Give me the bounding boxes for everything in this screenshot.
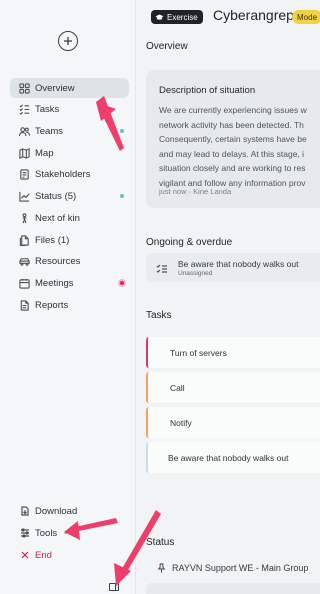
- users-icon: [19, 126, 30, 137]
- ongoing-heading: Ongoing & overdue: [146, 237, 233, 248]
- list-check-icon: [19, 104, 30, 115]
- task-card[interactable]: Call: [146, 372, 320, 403]
- status-heading: Status: [146, 537, 175, 548]
- sidebar-item-label: Next of kin: [35, 212, 80, 224]
- sidebar-item-label: Resources: [35, 255, 81, 267]
- end-label: End: [35, 549, 52, 561]
- task-label: Turn of servers: [170, 347, 227, 358]
- sidebar-item-stakeholders[interactable]: Stakeholders: [10, 164, 129, 184]
- sidebar-item-meetings[interactable]: Meetings: [10, 273, 129, 293]
- sidebar-item-resources[interactable]: Resources: [10, 251, 129, 271]
- sidebar-item-label: Status (5): [35, 190, 77, 202]
- status-item[interactable]: RAYVN Support WE - Main Group: [146, 557, 320, 579]
- sidebar-item-map[interactable]: Map: [10, 143, 129, 163]
- description-line: and may lead to delays. At this stage, i: [159, 148, 305, 159]
- sidebar-item-label: Tasks: [35, 103, 60, 115]
- page-title: Cyberangrep: [213, 7, 294, 23]
- main-content: Exercise Cyberangrep Mode Overview Descr…: [137, 0, 320, 594]
- chart-line-icon: [19, 191, 30, 202]
- description-title: Description of situation: [159, 85, 256, 96]
- sidebar-item-label: Map: [35, 147, 54, 159]
- meetings-notification-dot: [118, 279, 126, 287]
- overdue-task-row[interactable]: Be aware that nobody walks out Unassigne…: [146, 253, 320, 282]
- map-icon: [19, 147, 30, 159]
- sliders-icon: [20, 528, 30, 538]
- sidebar-item-overview[interactable]: Overview: [10, 78, 129, 98]
- sidebar-item-label: Reports: [35, 299, 69, 311]
- download-icon: [20, 506, 30, 516]
- calendar-icon: [19, 278, 30, 289]
- tools-label: Tools: [35, 527, 58, 539]
- overdue-task-assignee: Unassigned: [178, 270, 213, 277]
- description-line: situation closely and are working to res: [159, 163, 306, 174]
- exercise-badge: Exercise: [151, 10, 203, 24]
- sidebar-item-label: Files (1): [35, 234, 70, 246]
- grid-icon: [19, 82, 30, 94]
- sidebar-item-status[interactable]: Status (5): [10, 186, 129, 206]
- sidebar-item-reports[interactable]: Reports: [10, 295, 129, 315]
- description-line: Consequently, certain systems have be: [159, 134, 307, 145]
- header: Exercise Cyberangrep Mode: [137, 0, 320, 33]
- description-meta: just now · Kine Landa: [159, 187, 232, 196]
- description-line: network activity has been detected. Th: [159, 119, 304, 130]
- sidebar-item-label: Overview: [35, 82, 75, 94]
- stakeholders-icon: [19, 168, 30, 180]
- task-card[interactable]: Notify: [146, 407, 320, 438]
- sidebar-item-next-of-kin[interactable]: Next of kin: [10, 208, 129, 228]
- description-text: We are currently experiencing issues w n…: [159, 103, 320, 191]
- description-card[interactable]: Description of situation We are currentl…: [146, 70, 320, 208]
- download-button[interactable]: Download: [20, 504, 77, 518]
- task-label: Be aware that nobody walks out: [168, 452, 289, 463]
- sidebar-item-teams[interactable]: Teams: [10, 121, 129, 141]
- download-label: Download: [35, 505, 78, 517]
- task-card[interactable]: Turn of servers: [146, 337, 320, 368]
- vehicle-icon: [19, 256, 30, 267]
- status-notification-dot: [120, 194, 124, 198]
- mode-badge: Mode: [292, 10, 320, 24]
- task-card[interactable]: Be aware that nobody walks out: [146, 442, 320, 473]
- task-label: Call: [170, 382, 185, 393]
- sidebar-item-tasks[interactable]: Tasks: [10, 99, 129, 119]
- sidebar-item-label: Meetings: [35, 277, 74, 289]
- sidebar-item-label: Teams: [35, 125, 63, 137]
- overview-heading: Overview: [146, 41, 188, 52]
- tasks-heading: Tasks: [146, 310, 172, 321]
- collapse-sidebar-icon[interactable]: [109, 583, 119, 591]
- files-icon: [19, 234, 30, 246]
- tools-button[interactable]: Tools: [20, 526, 57, 540]
- pin-icon: [157, 563, 166, 573]
- plus-icon: [64, 37, 72, 45]
- description-line: We are currently experiencing issues w: [159, 105, 307, 115]
- add-button[interactable]: [58, 31, 78, 51]
- task-label: Notify: [170, 417, 192, 428]
- status-item-label: RAYVN Support WE - Main Group: [172, 563, 309, 573]
- person-icon: [19, 212, 30, 224]
- sidebar-item-label: Stakeholders: [35, 168, 91, 180]
- sidebar-item-files[interactable]: Files (1): [10, 230, 129, 250]
- list-check-icon: [156, 262, 168, 273]
- teams-notification-dot: [120, 129, 124, 133]
- exercise-badge-label: Exercise: [167, 12, 198, 22]
- close-icon: [20, 550, 30, 560]
- overdue-task-title: Be aware that nobody walks out: [178, 259, 299, 269]
- end-button[interactable]: End: [20, 548, 52, 562]
- document-icon: [19, 299, 30, 311]
- status-card[interactable]: [146, 583, 320, 594]
- sidebar: Overview Tasks Teams Map Stakeholders St…: [0, 0, 136, 594]
- graduation-cap-icon: [155, 14, 164, 20]
